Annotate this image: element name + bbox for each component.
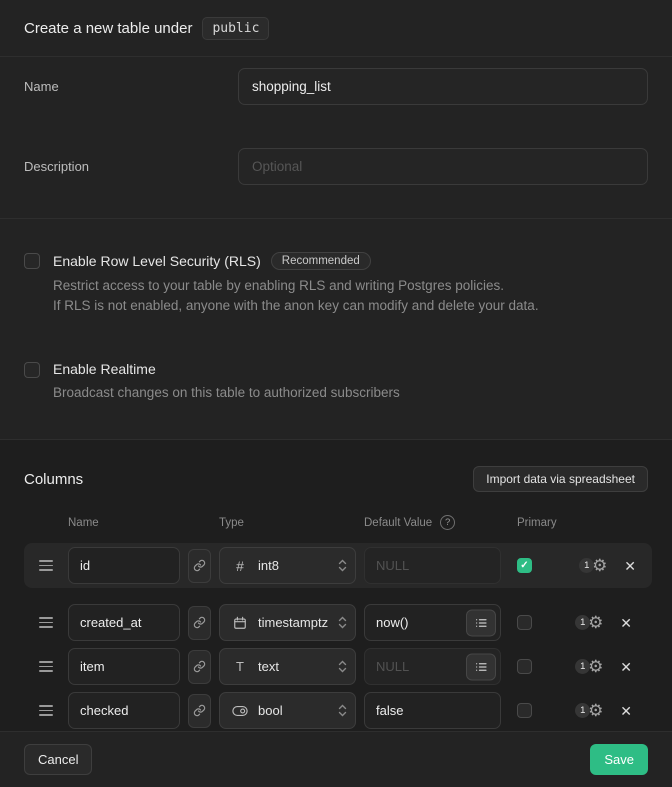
foreign-key-link-icon[interactable] [188, 650, 211, 684]
rls-body: Enable Row Level Security (RLS) Recommen… [53, 252, 539, 316]
schema-badge: public [202, 17, 269, 40]
rls-description: Restrict access to your table by enablin… [53, 276, 539, 316]
rls-checkbox[interactable] [24, 253, 40, 269]
column-type-value: bool [258, 703, 329, 718]
column-default-input[interactable] [364, 692, 501, 729]
delete-column-icon[interactable]: ✕ [618, 614, 634, 632]
rls-row: Enable Row Level Security (RLS) Recommen… [24, 252, 648, 316]
column-type-value: timestamptz [258, 615, 329, 630]
column-header-primary: Primary [517, 517, 648, 529]
primary-checkbox[interactable] [517, 659, 532, 674]
panel-header: Create a new table under public [0, 0, 672, 57]
chevron-updown-icon [338, 703, 347, 718]
column-header-name: Name [68, 517, 180, 529]
realtime-row: Enable Realtime Broadcast changes on thi… [24, 361, 648, 403]
gear-icon: ⚙ [588, 614, 603, 631]
panel-footer: Cancel Save [0, 731, 672, 787]
drag-handle-icon[interactable] [37, 613, 55, 632]
options-section: Enable Row Level Security (RLS) Recommen… [0, 219, 672, 440]
column-type-select[interactable]: bool [219, 692, 356, 729]
primary-checkbox[interactable]: ✓ [517, 558, 532, 573]
chevron-updown-icon [338, 558, 347, 573]
create-table-panel: Create a new table under public Name Des… [0, 0, 672, 787]
column-type-value: int8 [258, 558, 329, 573]
realtime-body: Enable Realtime Broadcast changes on thi… [53, 361, 400, 403]
table-name-input[interactable] [238, 68, 648, 105]
columns-section: Columns Import data via spreadsheet Name… [0, 440, 672, 731]
column-header-default: Default Value ? [364, 515, 501, 530]
column-default-input[interactable] [364, 547, 501, 584]
drag-handle-icon[interactable] [37, 657, 55, 676]
table-description-input[interactable] [238, 148, 648, 185]
column-settings-button[interactable]: 1 ⚙ [586, 613, 605, 632]
delete-column-icon[interactable]: ✕ [618, 702, 634, 720]
column-name-input[interactable] [68, 648, 180, 685]
drag-handle-icon[interactable] [37, 556, 55, 575]
hash-icon: # [231, 558, 249, 574]
gear-icon: ⚙ [592, 557, 607, 574]
chevron-updown-icon [338, 659, 347, 674]
foreign-key-link-icon[interactable] [188, 694, 211, 728]
column-row-item: T text 1 ⚙ ✕ [24, 648, 648, 685]
column-name-input[interactable] [68, 604, 180, 641]
drag-handle-icon[interactable] [37, 701, 55, 720]
column-name-input[interactable] [68, 692, 180, 729]
name-field-row: Name [24, 68, 648, 105]
save-button[interactable]: Save [590, 744, 648, 775]
foreign-key-link-icon[interactable] [188, 606, 211, 640]
chevron-updown-icon [338, 615, 347, 630]
text-icon: T [231, 659, 249, 674]
rls-label: Enable Row Level Security (RLS) [53, 253, 261, 269]
column-row-id: # int8 ✓ 1 ⚙ ✕ [24, 543, 652, 588]
columns-table-header: Name Type Default Value ? Primary [24, 515, 648, 530]
cancel-button[interactable]: Cancel [24, 744, 92, 775]
rls-description-line2: If RLS is not enabled, anyone with the a… [53, 296, 539, 316]
description-label: Description [24, 148, 238, 174]
default-suggestions-icon[interactable] [466, 653, 496, 680]
column-type-value: text [258, 659, 329, 674]
column-type-select[interactable]: # int8 [219, 547, 356, 584]
column-header-type: Type [219, 517, 356, 529]
column-name-input[interactable] [68, 547, 180, 584]
column-header-default-label: Default Value [364, 517, 432, 529]
delete-column-icon[interactable]: ✕ [622, 557, 638, 575]
column-row-created-at: timestamptz 1 ⚙ ✕ [24, 604, 648, 641]
realtime-checkbox[interactable] [24, 362, 40, 378]
general-fields-section: Name Description [0, 57, 672, 219]
primary-checkbox[interactable] [517, 703, 532, 718]
column-settings-button[interactable]: 1 ⚙ [586, 657, 605, 676]
default-suggestions-icon[interactable] [466, 609, 496, 636]
gear-icon: ⚙ [588, 658, 603, 675]
column-settings-button[interactable]: 1 ⚙ [586, 701, 605, 720]
primary-checkbox[interactable] [517, 615, 532, 630]
realtime-description: Broadcast changes on this table to autho… [53, 383, 400, 403]
column-settings-button[interactable]: 1 ⚙ [590, 556, 609, 575]
foreign-key-link-icon[interactable] [188, 549, 211, 583]
column-row-checked: bool 1 ⚙ ✕ [24, 692, 648, 729]
column-type-select[interactable]: timestamptz [219, 604, 356, 641]
panel-title: Create a new table under [24, 20, 192, 37]
gear-icon: ⚙ [588, 702, 603, 719]
import-spreadsheet-button[interactable]: Import data via spreadsheet [473, 466, 648, 492]
columns-title: Columns [24, 471, 83, 488]
column-type-select[interactable]: T text [219, 648, 356, 685]
calendar-icon [231, 616, 249, 630]
name-label: Name [24, 68, 238, 94]
rls-description-line1: Restrict access to your table by enablin… [53, 276, 539, 296]
toggle-icon [231, 705, 249, 717]
recommended-badge: Recommended [271, 252, 371, 270]
realtime-label: Enable Realtime [53, 361, 156, 377]
delete-column-icon[interactable]: ✕ [618, 658, 634, 676]
help-icon[interactable]: ? [440, 515, 455, 530]
description-field-row: Description [24, 148, 648, 185]
